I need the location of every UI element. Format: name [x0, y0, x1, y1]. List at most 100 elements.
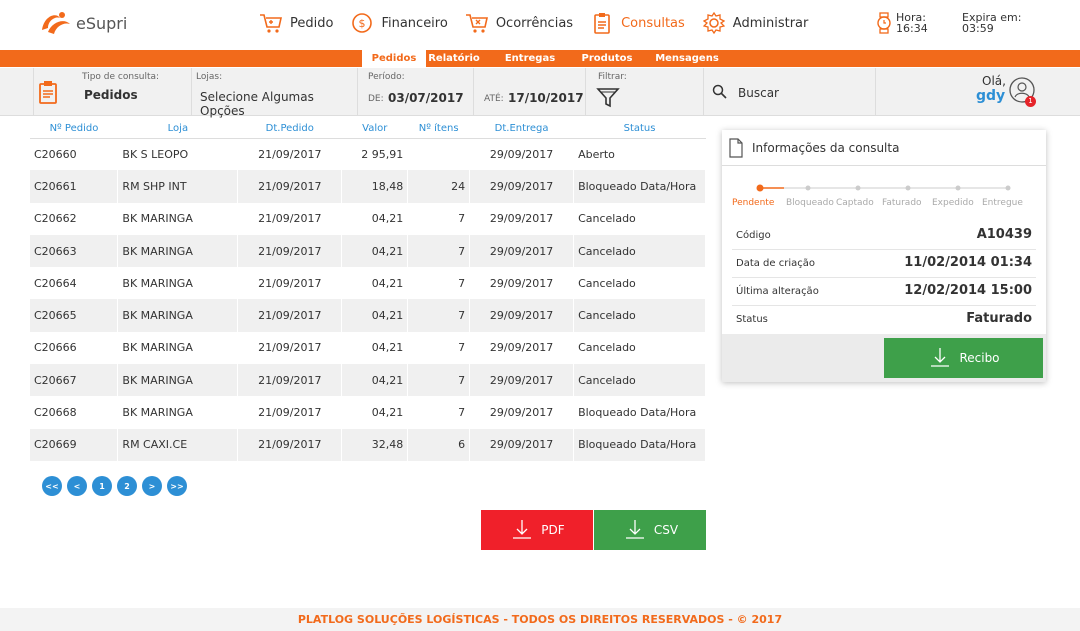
status-steps: Pendente Bloqueado Captado Faturado Expe… [732, 198, 1028, 208]
criacao-label: Data de criação [736, 258, 815, 269]
table-row[interactable]: C20668 BK MARINGA 21/09/2017 04,21 7 29/09/20… [30, 396, 706, 429]
pedido-cell: C20666 [30, 331, 119, 365]
nav-financeiro[interactable]: $ Financeiro [349, 10, 448, 36]
tab-produtos[interactable]: Produtos [574, 50, 640, 67]
dt-entrega-cell: 29/09/2017 [469, 331, 575, 365]
periodo-label: Período: [368, 72, 405, 82]
prev-page-button[interactable]: < [67, 476, 87, 496]
info-row-criacao: Data de criação 11/02/2014 01:34 [732, 250, 1036, 278]
itens-cell: 7 [407, 331, 471, 365]
expira-value: 03:59 [962, 22, 994, 35]
nav-consultas[interactable]: Consultas [589, 10, 685, 36]
brand-logo[interactable]: eSupri [38, 10, 127, 36]
status-cell: Cancelado [573, 202, 706, 235]
lojas-value: Selecione Algumas Opções [200, 90, 314, 118]
status-progress-track [756, 184, 1011, 192]
panel-title: Informações da consulta [752, 140, 900, 155]
itens-cell: 7 [407, 234, 471, 268]
status-cell: Bloqueado Data/Hora [573, 170, 706, 203]
loja-cell: BK S LEOPO [117, 138, 239, 171]
itens-cell [407, 138, 471, 171]
info-row-codigo: Código A10439 [732, 222, 1036, 250]
itens-cell: 24 [407, 170, 471, 203]
alteracao-label: Última alteração [736, 286, 819, 297]
query-type-select[interactable]: Tipo de consulta: Pedidos [76, 68, 192, 116]
tab-entregas[interactable]: Entregas [500, 50, 560, 67]
col-status[interactable]: Status [573, 120, 706, 139]
page-2-button[interactable]: 2 [117, 476, 137, 496]
nav-ocorrencias[interactable]: Ocorrências [464, 10, 573, 36]
col-pedido[interactable]: Nº Pedido [30, 120, 118, 139]
col-itens[interactable]: Nº ítens [407, 120, 470, 139]
dt-pedido-cell: 21/09/2017 [237, 299, 343, 332]
pedido-cell: C20660 [30, 138, 119, 171]
nav-pedido-label: Pedido [290, 15, 334, 31]
table-row[interactable]: C20669 RM CAXI.CE 21/09/2017 32,48 6 29/09/20… [30, 428, 706, 461]
status-value: Faturado [966, 311, 1032, 326]
lojas-select[interactable]: Lojas: Selecione Algumas Opções [192, 68, 358, 118]
last-page-button[interactable]: >> [167, 476, 187, 496]
col-valor[interactable]: Valor [341, 120, 408, 139]
criacao-value: 11/02/2014 01:34 [904, 255, 1032, 270]
dt-entrega-cell: 29/09/2017 [469, 138, 575, 171]
tab-pedidos[interactable]: Pedidos [362, 50, 426, 67]
ate-label: ATÉ: [484, 94, 504, 104]
tipo-value: Pedidos [84, 88, 138, 102]
recibo-button[interactable]: Recibo [884, 338, 1043, 378]
table-row[interactable]: C20666 BK MARINGA 21/09/2017 04,21 7 29/09/20… [30, 331, 706, 365]
valor-cell: 32,48 [341, 428, 409, 461]
tab-mensagens[interactable]: Mensagens [652, 50, 722, 67]
status-cell: Cancelado [573, 331, 706, 365]
step-bloqueado: Bloqueado [786, 198, 834, 208]
loja-cell: BK MARINGA [117, 202, 239, 235]
col-dt-pedido[interactable]: Dt.Pedido [237, 120, 342, 139]
table-row[interactable]: C20661 RM SHP INT 21/09/2017 18,48 24 29/09/2… [30, 170, 706, 203]
table-row[interactable]: C20660 BK S LEOPO 21/09/2017 2 95,91 29/09/2… [30, 138, 706, 171]
next-page-button[interactable]: > [142, 476, 162, 496]
loja-cell: RM CAXI.CE [117, 428, 239, 461]
dt-entrega-cell: 29/09/2017 [469, 267, 575, 300]
dt-pedido-cell: 21/09/2017 [237, 364, 343, 397]
valor-cell: 04,21 [341, 331, 409, 365]
itens-cell: 6 [407, 428, 471, 461]
col-loja[interactable]: Loja [117, 120, 238, 139]
step-entregue: Entregue [982, 198, 1023, 208]
col-dt-entrega[interactable]: Dt.Entrega [469, 120, 574, 139]
table-row[interactable]: C20667 BK MARINGA 21/09/2017 04,21 7 29/09/20… [30, 364, 706, 397]
dt-pedido-cell: 21/09/2017 [237, 234, 343, 268]
itens-cell: 7 [407, 267, 471, 300]
filter-button[interactable]: Filtrar: [586, 68, 704, 116]
user-area[interactable]: Olá, gdy 1 [876, 68, 1080, 116]
table-row[interactable]: C20664 BK MARINGA 21/09/2017 04,21 7 29/09/20… [30, 267, 706, 300]
nav-administrar[interactable]: Administrar [701, 10, 808, 36]
pedido-cell: C20665 [30, 299, 119, 332]
tipo-label: Tipo de consulta: [82, 72, 160, 82]
loja-cell: BK MARINGA [117, 331, 239, 365]
status-cell: Cancelado [573, 364, 706, 397]
step-expedido: Expedido [932, 198, 974, 208]
page-1-button[interactable]: 1 [92, 476, 112, 496]
export-pdf-button[interactable]: PDF [481, 510, 593, 550]
step-captado: Captado [836, 198, 874, 208]
table-row[interactable]: C20663 BK MARINGA 21/09/2017 04,21 7 29/09/20… [30, 234, 706, 268]
tab-relatorio[interactable]: Relatório [428, 50, 480, 67]
filter-bar: Tipo de consulta: Pedidos Lojas: Selecio… [0, 68, 1080, 118]
nav-pedido[interactable]: Pedido [258, 10, 333, 36]
recibo-label: Recibo [959, 351, 1000, 365]
dt-pedido-cell: 21/09/2017 [237, 267, 343, 300]
export-csv-button[interactable]: CSV [594, 510, 706, 550]
period-end-field[interactable]: ATÉ: 17/10/2017 [474, 68, 586, 116]
valor-cell: 18,48 [341, 170, 409, 203]
loja-cell: BK MARINGA [117, 364, 239, 397]
notification-badge[interactable]: 1 [1025, 96, 1036, 107]
info-row-alteracao: Última alteração 12/02/2014 15:00 [732, 278, 1036, 306]
table-row[interactable]: C20665 BK MARINGA 21/09/2017 04,21 7 29/09/20… [30, 299, 706, 332]
period-start-field[interactable]: Período: DE: 03/07/2017 [358, 68, 474, 116]
watch-icon [877, 12, 891, 34]
table-row[interactable]: C20662 BK MARINGA 21/09/2017 04,21 7 29/09/20… [30, 202, 706, 235]
filtrar-label: Filtrar: [598, 72, 627, 82]
search-field[interactable]: Buscar [704, 68, 876, 116]
valor-cell: 04,21 [341, 364, 409, 397]
status-cell: Aberto [573, 138, 706, 171]
first-page-button[interactable]: << [42, 476, 62, 496]
